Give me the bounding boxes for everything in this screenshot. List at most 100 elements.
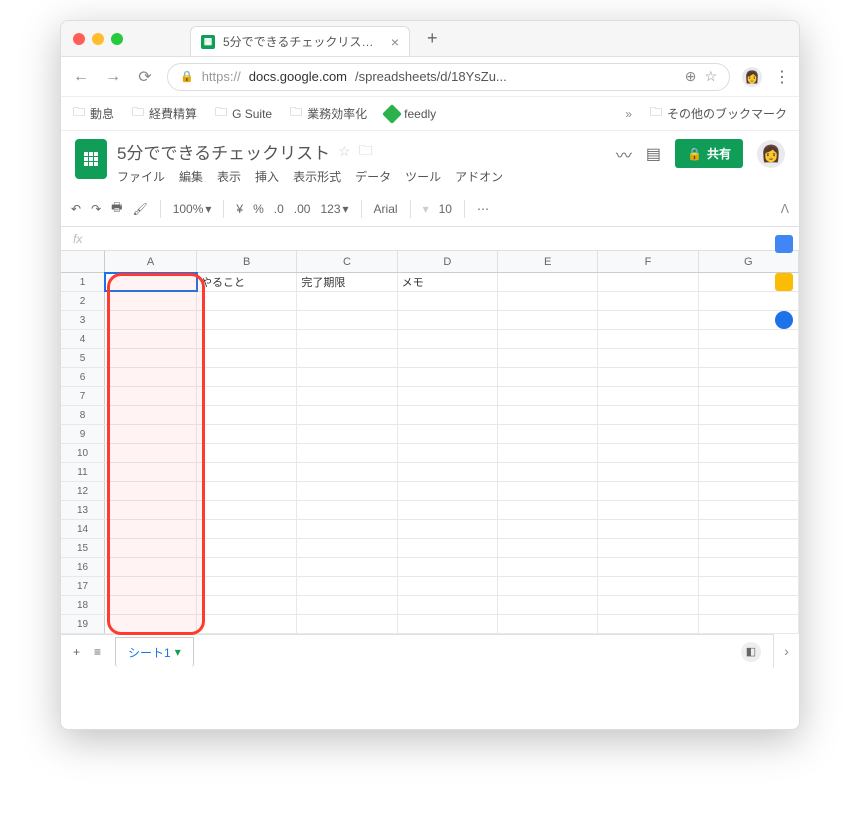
reload-button[interactable]: ⟳: [135, 67, 155, 87]
cell[interactable]: [498, 577, 598, 595]
cell[interactable]: [297, 501, 397, 519]
cell[interactable]: [197, 615, 297, 633]
cell[interactable]: [197, 482, 297, 500]
close-window-button[interactable]: [73, 33, 85, 45]
cell[interactable]: [297, 311, 397, 329]
maximize-window-button[interactable]: [111, 33, 123, 45]
column-header-B[interactable]: B: [197, 251, 297, 272]
cell[interactable]: [598, 520, 698, 538]
cell[interactable]: [297, 349, 397, 367]
cell[interactable]: [699, 596, 799, 614]
cell[interactable]: [498, 539, 598, 557]
menu-file[interactable]: ファイル: [117, 168, 165, 185]
cell[interactable]: [105, 368, 197, 386]
cell[interactable]: [398, 501, 498, 519]
menu-tools[interactable]: ツール: [405, 168, 441, 185]
cell[interactable]: [398, 425, 498, 443]
format-dropdown[interactable]: 123 ▾: [320, 202, 348, 216]
cell[interactable]: [598, 615, 698, 633]
cell[interactable]: [297, 406, 397, 424]
cell[interactable]: [699, 520, 799, 538]
sheet-tab[interactable]: シート1▾: [115, 637, 194, 667]
cell[interactable]: [297, 558, 397, 576]
document-title[interactable]: 5分でできるチェックリスト: [117, 139, 330, 164]
cell[interactable]: [498, 349, 598, 367]
cell[interactable]: [699, 501, 799, 519]
cell[interactable]: [699, 368, 799, 386]
cell[interactable]: [105, 558, 197, 576]
cell[interactable]: [105, 577, 197, 595]
cell[interactable]: [398, 520, 498, 538]
cell[interactable]: [398, 368, 498, 386]
add-sheet-button[interactable]: +: [73, 645, 80, 659]
all-sheets-button[interactable]: ≡: [94, 645, 101, 659]
cell[interactable]: [598, 273, 698, 291]
cell[interactable]: [498, 482, 598, 500]
row-header[interactable]: 13: [61, 501, 105, 519]
column-header-E[interactable]: E: [498, 251, 598, 272]
cell[interactable]: [197, 292, 297, 310]
cell[interactable]: [297, 482, 397, 500]
cell[interactable]: [197, 539, 297, 557]
cell[interactable]: [105, 501, 197, 519]
cell[interactable]: [498, 558, 598, 576]
cell[interactable]: [197, 330, 297, 348]
cell[interactable]: [398, 311, 498, 329]
cell[interactable]: [398, 463, 498, 481]
row-header[interactable]: 14: [61, 520, 105, 538]
cell[interactable]: [498, 615, 598, 633]
bookmark-folder[interactable]: 🗀その他のブックマーク: [650, 103, 787, 124]
search-icon[interactable]: ⊕: [685, 68, 697, 85]
expand-side-panel-button[interactable]: ›: [773, 634, 799, 668]
cell[interactable]: [699, 482, 799, 500]
cell[interactable]: [105, 349, 197, 367]
row-header[interactable]: 18: [61, 596, 105, 614]
cell[interactable]: [699, 387, 799, 405]
redo-button[interactable]: ↷: [91, 202, 101, 216]
calendar-addon-icon[interactable]: [775, 235, 793, 253]
cell[interactable]: [197, 349, 297, 367]
cell[interactable]: [197, 558, 297, 576]
cell[interactable]: [297, 444, 397, 462]
cell[interactable]: [297, 615, 397, 633]
decrease-decimal-button[interactable]: .0: [274, 202, 284, 216]
row-header[interactable]: 10: [61, 444, 105, 462]
menu-addons[interactable]: アドオン: [455, 168, 503, 185]
cell[interactable]: [297, 292, 397, 310]
formula-bar[interactable]: fx: [61, 227, 799, 251]
row-header[interactable]: 11: [61, 463, 105, 481]
cell[interactable]: [297, 425, 397, 443]
cell[interactable]: [297, 520, 397, 538]
cell[interactable]: [598, 330, 698, 348]
cell[interactable]: [398, 330, 498, 348]
cell[interactable]: [105, 273, 197, 291]
row-header[interactable]: 15: [61, 539, 105, 557]
browser-tab[interactable]: ▦ 5分でできるチェックリスト - Goo ×: [190, 26, 410, 56]
row-header[interactable]: 9: [61, 425, 105, 443]
cell[interactable]: [398, 482, 498, 500]
cell[interactable]: [498, 311, 598, 329]
font-size-decrease[interactable]: ▾: [423, 202, 429, 216]
row-header[interactable]: 3: [61, 311, 105, 329]
cell[interactable]: [105, 292, 197, 310]
cell[interactable]: [498, 273, 598, 291]
font-size-input[interactable]: 10: [439, 202, 452, 216]
cell[interactable]: [498, 596, 598, 614]
sheets-logo-icon[interactable]: [75, 139, 107, 179]
row-header[interactable]: 5: [61, 349, 105, 367]
bookmark-folder[interactable]: 🗀動息: [73, 103, 114, 124]
comment-icon[interactable]: ▤: [646, 144, 661, 164]
cell[interactable]: [197, 520, 297, 538]
bookmark-folder[interactable]: 🗀経費精算: [132, 103, 197, 124]
cell[interactable]: [105, 406, 197, 424]
cell[interactable]: [105, 463, 197, 481]
cell[interactable]: [498, 425, 598, 443]
collapse-toolbar-icon[interactable]: ᐱ: [781, 202, 789, 216]
cell[interactable]: [197, 368, 297, 386]
cell[interactable]: やること: [197, 273, 297, 291]
cell[interactable]: [699, 330, 799, 348]
more-toolbar-icon[interactable]: ⋯: [477, 202, 489, 216]
browser-menu-icon[interactable]: ⋮: [774, 67, 789, 87]
column-header-A[interactable]: A: [105, 251, 197, 272]
select-all-corner[interactable]: [61, 251, 105, 272]
